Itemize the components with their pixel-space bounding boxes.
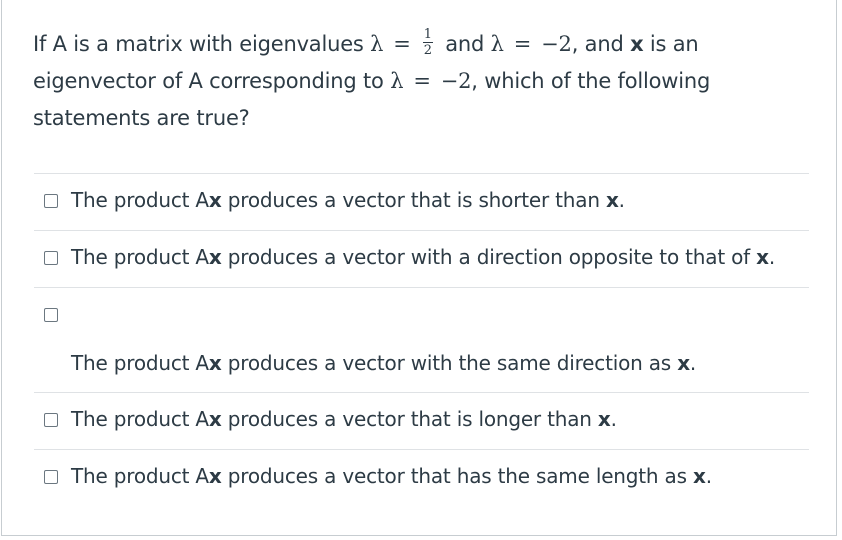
- fraction-one-half: 12: [422, 26, 433, 58]
- question-text-part: and: [438, 32, 491, 56]
- answer-label[interactable]: The product Ax produces a vector that is…: [71, 188, 625, 212]
- answer-option-2[interactable]: The product Ax produces a vector with a …: [34, 230, 809, 287]
- checkbox[interactable]: [44, 413, 58, 427]
- lambda-symbol: λ: [390, 69, 404, 93]
- lambda-symbol: λ: [370, 32, 384, 56]
- checkbox[interactable]: [44, 251, 58, 265]
- answer-option-1[interactable]: The product Ax produces a vector that is…: [34, 173, 809, 230]
- question-text-part: , and: [571, 32, 631, 56]
- checkbox[interactable]: [44, 470, 58, 484]
- equals-sign: =: [393, 32, 411, 56]
- checkbox[interactable]: [44, 308, 58, 322]
- answer-label[interactable]: The product Ax produces a vector with a …: [71, 245, 775, 269]
- question-text: If A is a matrix with eigenvalues λ = 1 2 a…: [33, 26, 793, 137]
- question-text-part: If A is a matrix with eigenvalues: [33, 32, 371, 56]
- answer-label[interactable]: The product Ax produces a vector that ha…: [71, 464, 712, 488]
- vector-x: x: [630, 32, 644, 56]
- quiz-question-card: If A is a matrix with eigenvalues λ = 1 2 a…: [1, 0, 837, 536]
- fraction-denominator: 2: [423, 42, 432, 58]
- answer-option-4[interactable]: The product Ax produces a vector that is…: [34, 392, 809, 449]
- checkbox[interactable]: [44, 194, 58, 208]
- lambda-symbol: λ: [490, 32, 504, 56]
- equals-sign: =: [413, 69, 431, 93]
- equals-sign: =: [513, 32, 532, 56]
- answer-label[interactable]: The product Ax produces a vector with th…: [71, 351, 696, 375]
- answer-option-3[interactable]: The product Ax produces a vector with th…: [34, 287, 809, 392]
- fraction-numerator: 1: [422, 26, 433, 43]
- answer-label[interactable]: The product Ax produces a vector that is…: [71, 407, 617, 431]
- answer-list: The product Ax produces a vector that is…: [34, 173, 809, 506]
- eigenvalue-minus-two: −2: [440, 69, 472, 93]
- eigenvalue-minus-two: −2: [541, 32, 572, 56]
- answer-option-5[interactable]: The product Ax produces a vector that ha…: [34, 449, 809, 506]
